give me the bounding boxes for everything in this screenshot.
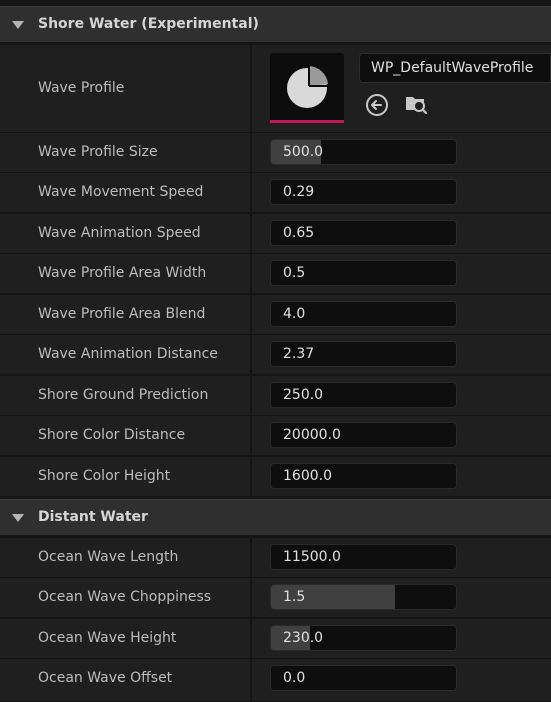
numeric-input[interactable]: 20000.0	[270, 422, 457, 448]
property-row: Shore Color Height 1600.0	[0, 457, 551, 497]
numeric-input[interactable]: 2.37	[270, 341, 457, 367]
asset-picker-combo[interactable]: WP_DefaultWaveProfile	[359, 53, 551, 83]
property-label: Ocean Wave Height	[38, 630, 177, 646]
field-value: 0.29	[283, 184, 315, 200]
numeric-input[interactable]: 11500.0	[270, 544, 457, 570]
property-row: Ocean Wave Choppiness 1.5	[0, 578, 551, 618]
section-header-distant-water[interactable]: Distant Water	[0, 499, 551, 535]
property-row: Ocean Wave Height 230.0	[0, 619, 551, 659]
property-row: Shore Color Distance 20000.0	[0, 416, 551, 456]
field-value: 1.5	[283, 589, 306, 605]
property-label: Wave Animation Speed	[38, 225, 201, 241]
property-row: Wave Profile Area Blend 4.0	[0, 295, 551, 335]
asset-type-color-bar	[270, 120, 344, 123]
numeric-input[interactable]: 500.0	[270, 139, 457, 165]
property-row: Wave Profile Area Width 0.5	[0, 254, 551, 294]
property-label: Shore Color Height	[38, 468, 171, 484]
property-label: Shore Color Distance	[38, 427, 186, 443]
section-header-shore-water[interactable]: Shore Water (Experimental)	[0, 6, 551, 42]
details-panel: Shore Water (Experimental) Wave Profile …	[0, 0, 551, 702]
numeric-input[interactable]: 1600.0	[270, 463, 457, 489]
field-value: 20000.0	[283, 427, 341, 443]
property-row: Ocean Wave Length 11500.0	[0, 538, 551, 578]
field-value: 0.65	[283, 225, 315, 241]
property-label: Ocean Wave Choppiness	[38, 589, 212, 605]
numeric-input[interactable]: 230.0	[270, 625, 457, 651]
chevron-down-icon[interactable]	[12, 21, 24, 29]
field-value: 0.5	[283, 265, 306, 281]
property-row: Shore Ground Prediction 250.0	[0, 376, 551, 416]
field-value: 1600.0	[283, 468, 332, 484]
property-label: Wave Movement Speed	[38, 184, 204, 200]
property-row: Wave Animation Speed 0.65	[0, 214, 551, 254]
field-value: 250.0	[283, 387, 324, 403]
numeric-input[interactable]: 0.0	[270, 665, 457, 691]
property-label: Wave Profile	[38, 80, 125, 96]
field-value: 0.0	[283, 670, 306, 686]
field-value: 2.37	[283, 346, 315, 362]
property-label: Wave Profile Size	[38, 144, 158, 160]
property-label: Wave Profile Area Width	[38, 265, 207, 281]
property-label: Ocean Wave Length	[38, 549, 179, 565]
field-value: 230.0	[283, 630, 324, 646]
wave-profile-row: Wave Profile WP_DefaultWaveProfile	[0, 45, 551, 133]
asset-name: WP_DefaultWaveProfile	[371, 60, 534, 76]
numeric-input[interactable]: 4.0	[270, 301, 457, 327]
wave-profile-thumbnail[interactable]	[270, 53, 344, 123]
field-value: 500.0	[283, 144, 324, 160]
section-title: Shore Water (Experimental)	[38, 16, 259, 32]
field-value: 4.0	[283, 306, 306, 322]
numeric-input[interactable]: 1.5	[270, 584, 457, 610]
property-label: Wave Animation Distance	[38, 346, 218, 362]
property-row: Wave Profile Size 500.0	[0, 133, 551, 173]
property-label: Wave Profile Area Blend	[38, 306, 206, 322]
property-label: Shore Ground Prediction	[38, 387, 209, 403]
numeric-input[interactable]: 250.0	[270, 382, 457, 408]
chevron-down-icon[interactable]	[12, 514, 24, 522]
wave-profile-thumbnail-icon	[287, 66, 329, 108]
numeric-input[interactable]: 0.29	[270, 179, 457, 205]
numeric-input[interactable]: 0.5	[270, 260, 457, 286]
section-title: Distant Water	[38, 509, 148, 525]
numeric-input[interactable]: 0.65	[270, 220, 457, 246]
field-value: 11500.0	[283, 549, 341, 565]
property-label: Ocean Wave Offset	[38, 670, 173, 686]
arrow-left-circle-icon[interactable]	[365, 93, 389, 117]
browse-folder-icon[interactable]	[404, 92, 428, 116]
property-row: Ocean Wave Offset 0.0	[0, 659, 551, 702]
property-row: Wave Animation Distance 2.37	[0, 335, 551, 375]
property-row: Wave Movement Speed 0.29	[0, 173, 551, 213]
